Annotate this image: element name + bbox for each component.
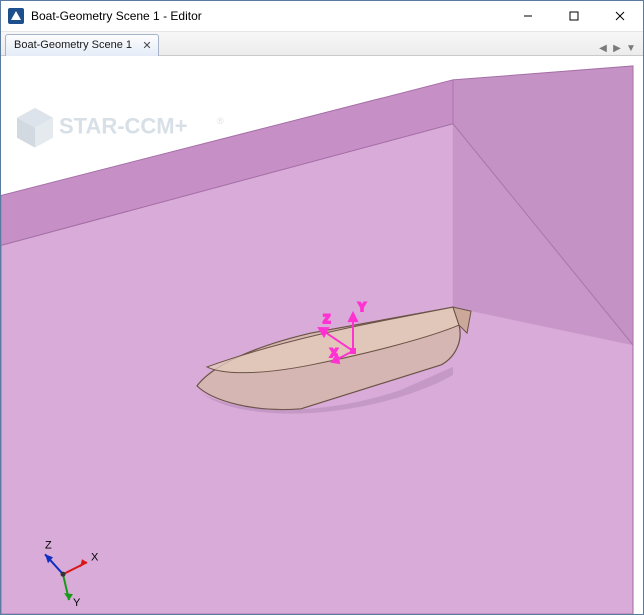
viewport-3d[interactable]: X Y Z STAR-CCM+ ® — [1, 56, 643, 614]
tab-label: Boat-Geometry Scene 1 — [14, 39, 132, 51]
tab-bar: Boat-Geometry Scene 1 ✕ ◀ ▶ ▼ — [1, 32, 643, 56]
triad-y-label: Y — [73, 597, 81, 609]
svg-text:®: ® — [217, 116, 224, 126]
window-title: Boat-Geometry Scene 1 - Editor — [31, 9, 505, 23]
gizmo-axis-z-label: Z — [323, 312, 330, 326]
close-button[interactable] — [597, 1, 643, 31]
tab-nav: ◀ ▶ ▼ — [591, 43, 643, 55]
maximize-button[interactable] — [551, 1, 597, 31]
minimize-button[interactable] — [505, 1, 551, 31]
app-icon — [7, 7, 25, 25]
domain-symmetry-plane — [453, 66, 633, 345]
tab-scene-1[interactable]: Boat-Geometry Scene 1 ✕ — [5, 34, 159, 56]
svg-text:STAR-CCM+: STAR-CCM+ — [59, 114, 187, 139]
gizmo-axis-x-label: X — [330, 346, 338, 360]
tab-close-icon[interactable]: ✕ — [140, 38, 154, 52]
titlebar[interactable]: Boat-Geometry Scene 1 - Editor — [1, 1, 643, 32]
tab-prev-icon[interactable]: ◀ — [597, 43, 609, 55]
tab-menu-icon[interactable]: ▼ — [625, 43, 637, 55]
editor-window: Boat-Geometry Scene 1 - Editor Boat-Geom… — [0, 0, 644, 615]
tab-next-icon[interactable]: ▶ — [611, 43, 623, 55]
triad-x-label: X — [91, 551, 99, 563]
triad-z-label: Z — [45, 539, 52, 551]
gizmo-axis-y-label: Y — [358, 300, 366, 314]
